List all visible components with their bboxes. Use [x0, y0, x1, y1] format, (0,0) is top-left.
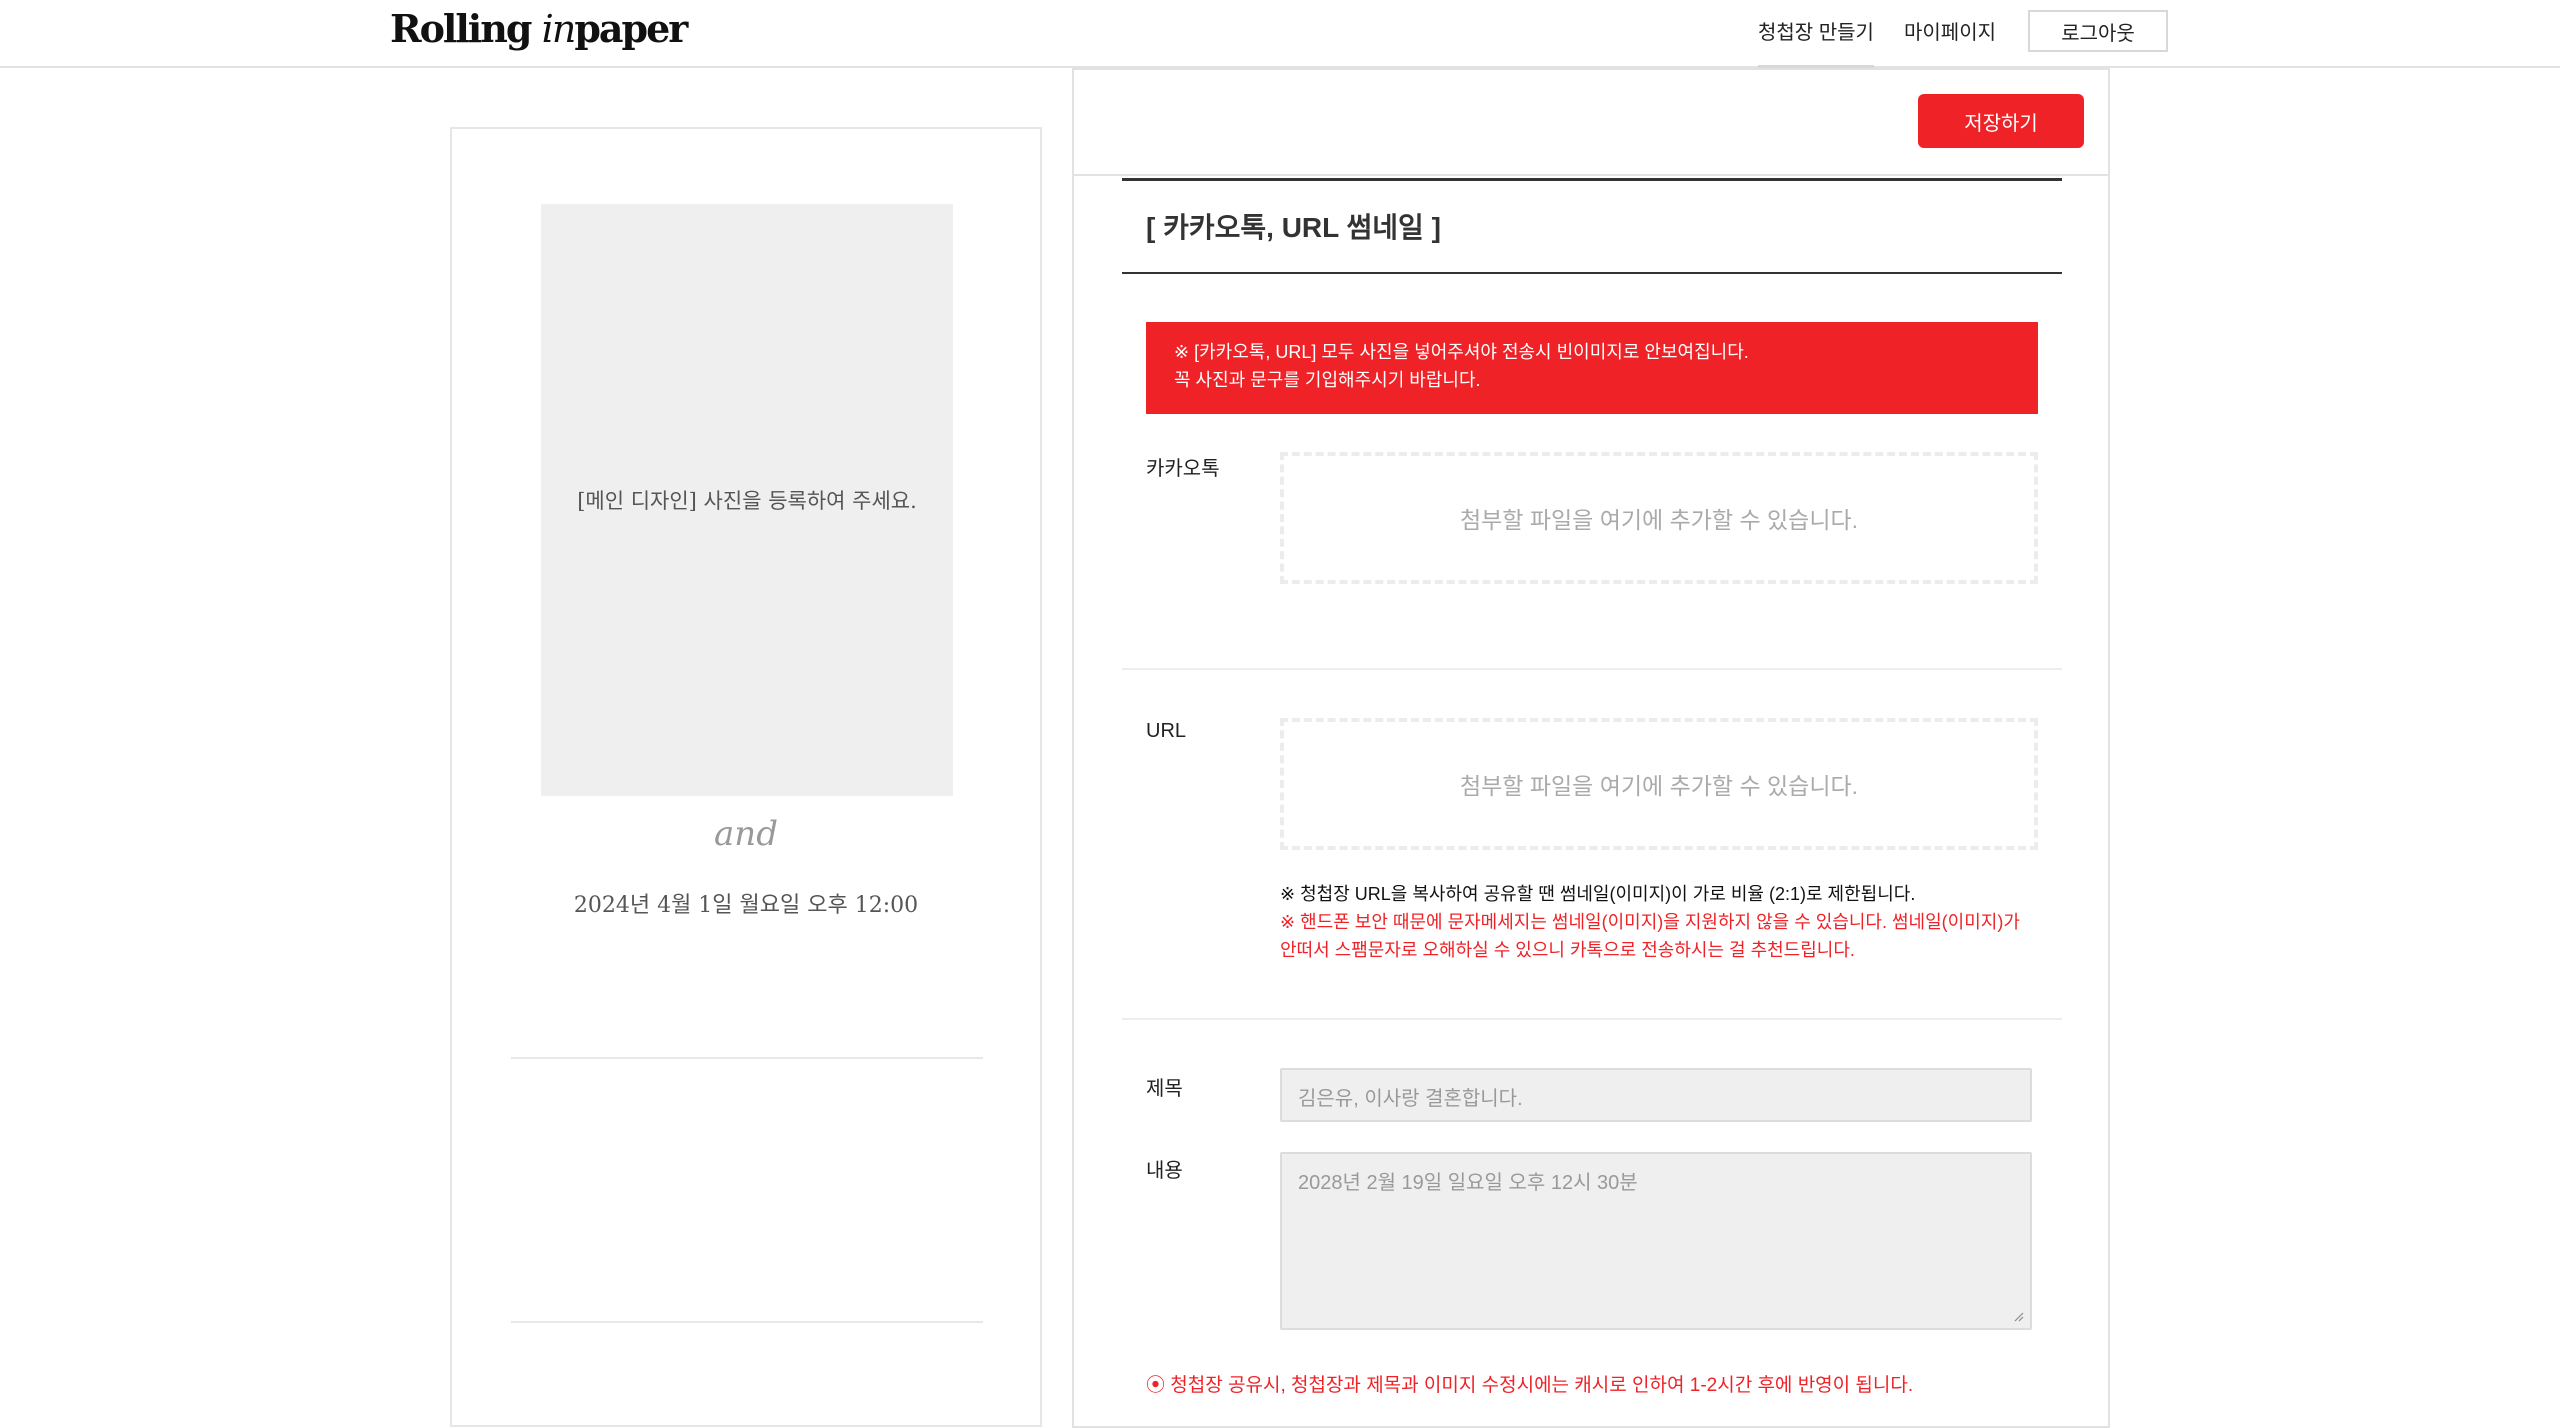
save-button[interactable]: 저장하기 — [1918, 94, 2084, 148]
warning-notice: ※ [카카오톡, URL] 모두 사진을 넣어주셔야 전송시 빈이미지로 안보여… — [1146, 322, 2038, 414]
top-header: Rolling inpaper 청첩장 만들기 마이페이지 로그아웃 — [0, 0, 2560, 69]
site-logo[interactable]: Rolling inpaper — [390, 6, 688, 51]
preview-divider — [511, 1321, 983, 1323]
row-divider — [1122, 668, 2062, 670]
wedding-date-text: 2024년 4월 1일 월요일 오후 12:00 — [573, 893, 919, 918]
section-top-rule — [1122, 178, 2062, 181]
url-ratio-note: ※ 청첩장 URL을 복사하여 공유할 땐 썸네일(이미지)이 가로 비율 (2… — [1280, 884, 1916, 904]
logo-text-paper: paper — [574, 6, 688, 51]
row-divider — [1122, 1018, 2062, 1020]
url-sms-note-2: 안떠서 스팸문자로 오해하실 수 있으니 카톡으로 전송하시는 걸 추천드립니다… — [1280, 940, 1855, 960]
resize-grip-icon[interactable] — [2014, 1312, 2024, 1322]
kakao-dropzone-text: 첨부할 파일을 여기에 추가할 수 있습니다. — [1459, 507, 1859, 533]
kakao-file-dropzone[interactable]: 첨부할 파일을 여기에 추가할 수 있습니다. — [1280, 452, 2038, 584]
and-script-text: and — [714, 814, 778, 854]
photo-placeholder-text: [메인 디자인] 사진을 등록하여 주세요. — [577, 489, 917, 513]
content-label: 내용 — [1146, 1160, 1183, 1182]
cache-notice: ⦿ 청첩장 공유시, 청첩장과 제목과 이미지 수정시에는 캐시로 인하여 1-… — [1146, 1375, 1914, 1396]
editor-panel: 저장하기 [ 카카오톡, URL 썸네일 ] ※ [카카오톡, URL] 모두 … — [1072, 68, 2110, 1428]
editor-toolbar: 저장하기 — [1074, 70, 2108, 176]
content-placeholder: 2028년 2월 19일 일요일 오후 12시 30분 — [1298, 1172, 1638, 1194]
notice-line-2: 꼭 사진과 문구를 기입해주시기 바랍니다. — [1174, 370, 1481, 390]
url-file-dropzone[interactable]: 첨부할 파일을 여기에 추가할 수 있습니다. — [1280, 718, 2038, 850]
url-dropzone-text: 첨부할 파일을 여기에 추가할 수 있습니다. — [1459, 773, 1859, 799]
notice-line-1: ※ [카카오톡, URL] 모두 사진을 넣어주셔야 전송시 빈이미지로 안보여… — [1174, 342, 1749, 362]
url-sms-note-1: ※ 핸드폰 보안 때문에 문자메세지는 썸네일(이미지)을 지원하지 않을 수 … — [1280, 912, 2020, 932]
section-bottom-rule — [1122, 272, 2062, 274]
url-label: URL — [1146, 720, 1187, 742]
logout-button[interactable]: 로그아웃 — [2028, 10, 2168, 52]
title-input[interactable]: 김은유, 이사랑 결혼합니다. — [1280, 1068, 2032, 1122]
nav-make-invitation[interactable]: 청첩장 만들기 — [1758, 16, 1874, 69]
section-title: [ 카카오톡, URL 썸네일 ] — [1146, 212, 1441, 243]
logo-text-in: in — [541, 7, 577, 51]
title-placeholder: 김은유, 이사랑 결혼합니다. — [1298, 1088, 1523, 1110]
content-textarea[interactable]: 2028년 2월 19일 일요일 오후 12시 30분 — [1280, 1152, 2032, 1330]
kakao-label: 카카오톡 — [1146, 458, 1220, 480]
nav-mypage[interactable]: 마이페이지 — [1904, 16, 1996, 45]
logo-text-rolling: Rolling — [390, 6, 542, 51]
preview-divider — [511, 1057, 983, 1059]
title-label: 제목 — [1146, 1078, 1183, 1100]
invitation-preview: [메인 디자인] 사진을 등록하여 주세요. and 2024년 4월 1일 월… — [450, 127, 1042, 1427]
main-photo-placeholder: [메인 디자인] 사진을 등록하여 주세요. — [541, 204, 953, 796]
